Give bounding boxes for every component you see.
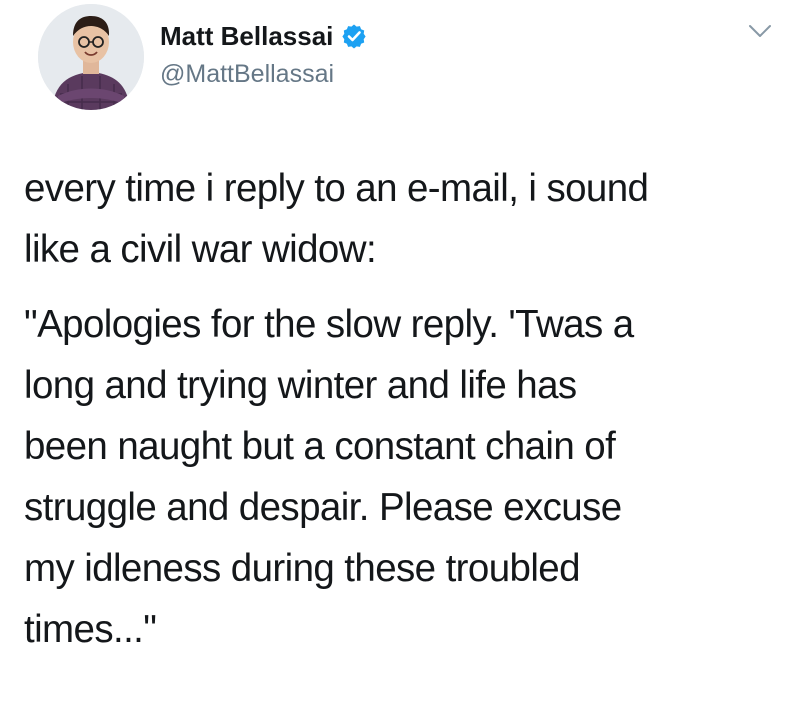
user-avatar-icon [38, 4, 144, 110]
tweet-text-line: "Apologies for the slow reply. 'Twas a [24, 303, 634, 346]
tweet-text-line: struggle and despair. Please excuse [24, 486, 622, 529]
tweet-paragraph: every time i reply to an e-mail, i sound… [24, 158, 784, 280]
tweet-text: every time i reply to an e-mail, i sound… [24, 158, 784, 660]
chevron-down-icon[interactable] [747, 22, 773, 40]
tweet-text-line: long and trying winter and life has [24, 364, 577, 407]
avatar[interactable] [38, 4, 144, 110]
tweet-card: Matt Bellassai @MattBellassai every time… [0, 0, 800, 724]
tweet-paragraph: "Apologies for the slow reply. 'Twas a l… [24, 294, 784, 660]
tweet-text-line: my idleness during these troubled [24, 547, 581, 590]
display-name[interactable]: Matt Bellassai [160, 21, 333, 52]
tweet-text-line: like a civil war widow: [24, 228, 377, 271]
verified-badge-icon [341, 23, 367, 49]
user-handle[interactable]: @MattBellassai [160, 60, 334, 89]
author-name-row: Matt Bellassai [160, 18, 367, 54]
tweet-text-line: been naught but a constant chain of [24, 425, 616, 468]
tweet-text-line: times..." [24, 608, 157, 651]
tweet-text-line: every time i reply to an e-mail, i sound [24, 167, 649, 210]
